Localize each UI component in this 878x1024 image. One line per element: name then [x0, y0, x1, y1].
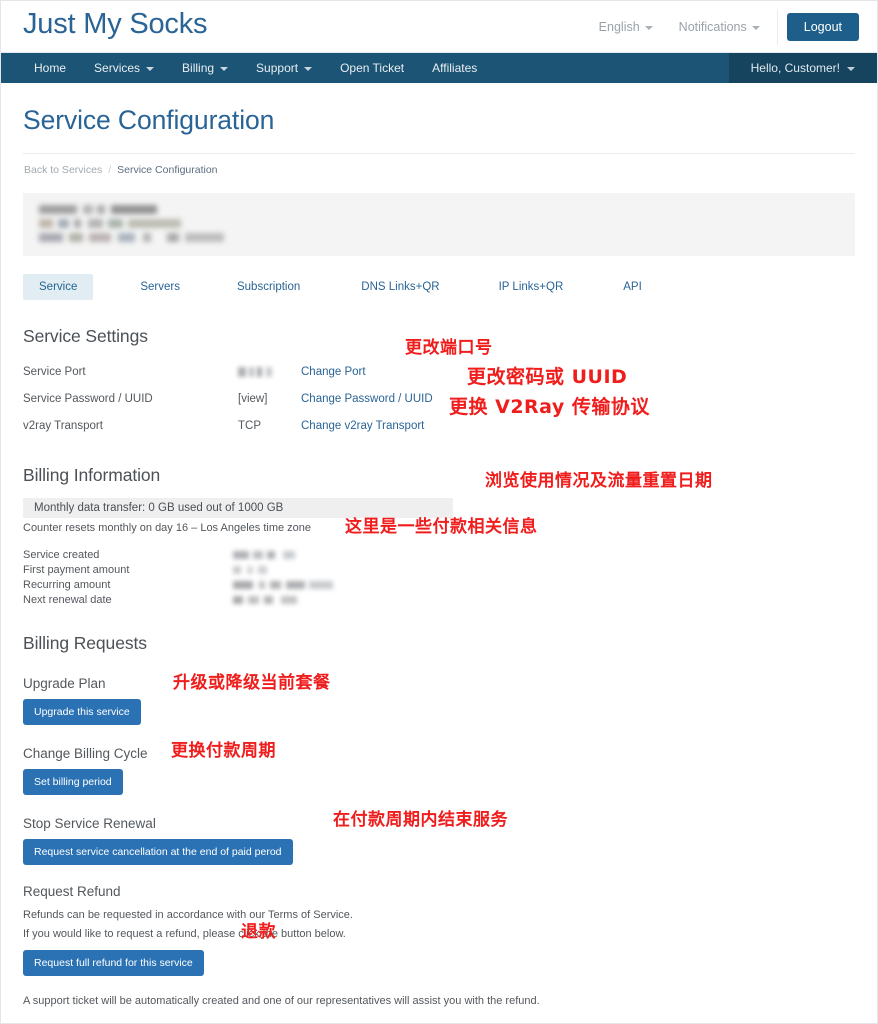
notifications-menu-label: Notifications: [678, 19, 747, 34]
billing-row-next-renewal: Next renewal date: [23, 592, 855, 607]
v2ray-transport-label: v2ray Transport: [23, 419, 103, 432]
nav-item-home[interactable]: Home: [1, 53, 80, 83]
nav-item-services[interactable]: Services: [80, 53, 168, 83]
service-settings-row-password: Service Password / UUID [view] Change Pa…: [23, 385, 855, 412]
breadcrumb: Back to Services / Service Configuration: [23, 154, 855, 176]
request-full-refund-button[interactable]: Request full refund for this service: [23, 950, 204, 976]
service-tabs: Service Servers Subscription DNS Links+Q…: [23, 274, 855, 300]
refund-support-ticket-note: A support ticket will be automatically c…: [23, 995, 540, 1007]
tab-subscription[interactable]: Subscription: [221, 274, 316, 300]
annotation-text-8: 在付款周期内结束服务: [333, 810, 508, 830]
service-settings-row-transport: v2ray Transport TCP Change v2ray Transpo…: [23, 412, 855, 439]
nav-item-affiliates[interactable]: Affiliates: [418, 53, 491, 83]
nav-item-support[interactable]: Support: [242, 53, 326, 83]
user-account-menu[interactable]: Hello, Customer!: [728, 53, 877, 83]
nav-item-open-ticket-label: Open Ticket: [340, 61, 405, 75]
annotation-text-9: 退款: [241, 922, 276, 942]
service-password-label: Service Password / UUID: [23, 392, 153, 405]
service-created-label: Service created: [23, 548, 100, 561]
chevron-down-icon: [644, 25, 653, 30]
logout-button[interactable]: Logout: [786, 12, 859, 41]
request-service-cancellation-button[interactable]: Request service cancellation at the end …: [23, 839, 293, 865]
billing-requests-heading: Billing Requests: [23, 633, 147, 653]
annotation-text-3: 更换 V2Ray 传输协议: [449, 396, 650, 418]
redacted-service-created-value: [233, 550, 295, 559]
service-summary-box: [23, 193, 855, 256]
tab-dns-links-qr[interactable]: DNS Links+QR: [345, 274, 455, 300]
data-transfer-label: Monthly data transfer: 0 GB used out of …: [34, 502, 284, 514]
nav-item-billing-label: Billing: [182, 61, 215, 75]
redacted-first-payment-value: [233, 565, 267, 574]
annotation-text-1: 更改端口号: [405, 338, 493, 358]
annotation-text-4: 浏览使用情况及流量重置日期: [485, 471, 713, 491]
annotation-text-5: 这里是一些付款相关信息: [345, 517, 538, 537]
notifications-menu[interactable]: Notifications: [666, 20, 773, 34]
main-navigation-bar: Home Services Billing Support Open Ticke…: [1, 53, 877, 83]
tab-api[interactable]: API: [607, 274, 658, 300]
site-logo-text[interactable]: Just My Socks: [23, 8, 208, 41]
chevron-down-icon: [220, 67, 229, 71]
v2ray-transport-value: TCP: [238, 419, 261, 432]
top-header-bar: Just My Socks English Notifications Logo…: [1, 1, 877, 53]
chevron-down-icon: [847, 67, 855, 71]
user-account-menu-label: Hello, Customer!: [750, 61, 840, 75]
billing-row-first-payment: First payment amount: [23, 562, 855, 577]
recurring-amount-label: Recurring amount: [23, 578, 111, 591]
tab-ip-links-qr[interactable]: IP Links+QR: [483, 274, 580, 300]
change-v2ray-transport-link[interactable]: Change v2ray Transport: [301, 420, 424, 432]
redacted-port-value: [238, 366, 272, 377]
nav-item-services-label: Services: [94, 61, 141, 75]
next-renewal-date-label: Next renewal date: [23, 593, 112, 606]
redacted-recurring-amount-value: [233, 580, 333, 589]
service-password-view-link[interactable]: [view]: [238, 393, 301, 405]
redacted-next-renewal-value: [233, 595, 297, 604]
breadcrumb-separator: /: [108, 164, 112, 176]
breadcrumb-current: Service Configuration: [117, 164, 218, 176]
billing-row-recurring-amount: Recurring amount: [23, 577, 855, 592]
upgrade-plan-title: Upgrade Plan: [23, 676, 106, 691]
service-port-value: [238, 366, 301, 377]
service-settings-row-port: Service Port Change Port: [23, 358, 855, 385]
service-settings-table: Service Port Change Port Service Passwor…: [23, 358, 855, 439]
nav-item-open-ticket[interactable]: Open Ticket: [326, 53, 418, 83]
redacted-service-line-3: [39, 233, 224, 242]
service-port-label: Service Port: [23, 365, 86, 378]
tab-servers[interactable]: Servers: [124, 274, 196, 300]
nav-item-billing[interactable]: Billing: [168, 53, 242, 83]
header-divider: [776, 8, 778, 45]
refund-note-instruction: If you would like to request a refund, p…: [23, 928, 346, 940]
chevron-down-icon: [751, 25, 760, 30]
change-port-link[interactable]: Change Port: [301, 366, 366, 378]
change-password-link[interactable]: Change Password / UUID: [301, 393, 433, 405]
nav-item-support-label: Support: [256, 61, 299, 75]
chevron-down-icon: [304, 67, 313, 71]
annotation-text-7: 更换付款周期: [171, 741, 276, 761]
redacted-service-line-2: [39, 219, 181, 228]
redacted-service-line-1: [39, 205, 157, 214]
billing-row-service-created: Service created: [23, 547, 855, 562]
chevron-down-icon: [146, 67, 155, 71]
breadcrumb-back-to-services[interactable]: Back to Services: [24, 164, 102, 176]
change-billing-cycle-title: Change Billing Cycle: [23, 746, 148, 761]
annotation-text-2: 更改密码或 UUID: [467, 366, 628, 388]
request-refund-title: Request Refund: [23, 884, 121, 899]
top-header-right-group: English Notifications Logout: [586, 1, 859, 52]
page-content: Service Configuration Back to Services / S…: [1, 105, 877, 1007]
nav-item-affiliates-label: Affiliates: [432, 61, 478, 75]
language-selector-label: English: [598, 19, 640, 34]
annotation-text-6: 升级或降级当前套餐: [173, 673, 331, 693]
language-selector[interactable]: English: [586, 20, 666, 34]
nav-item-home-label: Home: [34, 61, 67, 75]
billing-details-list: Service created First payment amount Rec…: [23, 547, 855, 607]
upgrade-this-service-button[interactable]: Upgrade this service: [23, 699, 141, 725]
refund-note-terms: Refunds can be requested in accordance w…: [23, 909, 353, 921]
billing-information-heading: Billing Information: [23, 465, 161, 485]
page-title: Service Configuration: [23, 105, 855, 154]
first-payment-amount-label: First payment amount: [23, 563, 130, 576]
tab-service[interactable]: Service: [23, 274, 94, 300]
set-billing-period-button[interactable]: Set billing period: [23, 769, 123, 795]
page-root: Just My Socks English Notifications Logo…: [0, 0, 878, 1024]
